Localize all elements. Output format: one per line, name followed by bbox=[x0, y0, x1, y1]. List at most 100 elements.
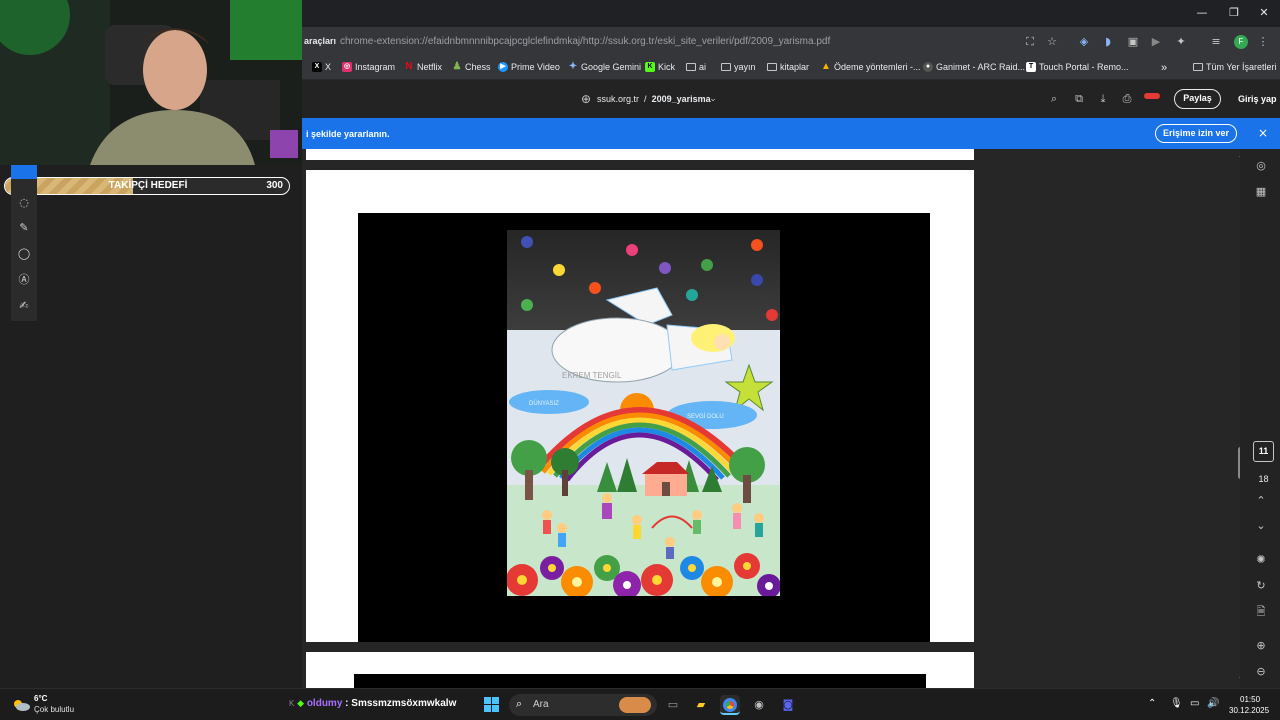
bookmark-kick[interactable]: K Kick bbox=[645, 62, 675, 72]
windows-taskbar: 6°C Çok bulutlu K ◆ oldumy : Smssmzmsöxm… bbox=[0, 688, 1280, 720]
weather-temperature[interactable]: 6°C bbox=[34, 694, 47, 703]
text-box-icon[interactable]: Ⓐ bbox=[17, 273, 31, 287]
page-view-icon[interactable]: ⧉ bbox=[1072, 92, 1086, 106]
zoom-out-icon[interactable]: ⊖ bbox=[1254, 665, 1268, 679]
child-drawing-image: EKREM TENGİL DÜNYASIZ SEVGİ DOLU bbox=[507, 230, 780, 596]
download-icon[interactable]: ⤓ bbox=[1096, 92, 1110, 106]
folder-icon bbox=[1193, 63, 1203, 71]
chat-message: Smssmzmsöxmwkalw bbox=[351, 698, 457, 709]
artwork-photo-frame: EKREM TENGİL DÜNYASIZ SEVGİ DOLU bbox=[358, 213, 930, 642]
pdf-page-current: EKREM TENGİL DÜNYASIZ SEVGİ DOLU bbox=[306, 170, 974, 642]
bookmark-folder-ai[interactable]: ai bbox=[686, 62, 706, 72]
sign-in-button[interactable]: Giriş yap bbox=[1238, 94, 1277, 104]
current-page-number[interactable]: 11 bbox=[1253, 441, 1274, 462]
pdf-document-area[interactable]: EKREM TENGİL DÜNYASIZ SEVGİ DOLU bbox=[302, 149, 1240, 688]
minimize-icon[interactable]: — bbox=[1190, 4, 1214, 22]
print-icon[interactable]: ⎙ bbox=[1120, 92, 1134, 106]
cursor-tool-icon[interactable] bbox=[11, 165, 37, 179]
pdf-tool-rail: ◎ ▦ 11 18 ⌃ ⌄ ✺ ↻ 🗎 ⊕ ⊖ bbox=[1240, 149, 1280, 688]
total-page-count: 18 bbox=[1258, 474, 1269, 484]
signature-icon[interactable]: ✍ bbox=[17, 299, 31, 313]
bookmark-odeme[interactable]: ▲ Ödeme yöntemleri -... bbox=[821, 62, 920, 73]
pdf-title: ssuk.org.tr / 2009_yarisma bbox=[597, 94, 711, 104]
extension-square-icon[interactable]: ▣ bbox=[1125, 34, 1141, 50]
translate-icon[interactable]: ⛶ bbox=[1022, 34, 1038, 50]
obs-icon[interactable]: ◉ bbox=[749, 695, 769, 715]
chrome-taskbar-icon[interactable] bbox=[720, 695, 740, 715]
bookmark-prime-video[interactable]: ▶ Prime Video bbox=[498, 62, 560, 72]
chevron-up-icon[interactable]: ⌃ bbox=[1254, 494, 1268, 508]
rotate-icon[interactable]: ↻ bbox=[1254, 579, 1268, 593]
close-window-icon[interactable]: ✕ bbox=[1252, 4, 1276, 22]
extensions-puzzle-icon[interactable]: ✦ bbox=[1173, 34, 1189, 50]
share-button[interactable]: Paylaş bbox=[1174, 89, 1221, 109]
zoom-in-icon[interactable]: ⊕ bbox=[1254, 639, 1268, 653]
browser-toolbar: araçları chrome-extension://efaidnbmnnni… bbox=[302, 27, 1280, 57]
microphone-icon[interactable]: 🎙 bbox=[1170, 698, 1183, 709]
search-highlight-icon bbox=[619, 697, 651, 713]
ai-assistant-icon[interactable]: ◎ bbox=[1254, 159, 1268, 173]
prime-video-icon: ▶ bbox=[498, 62, 508, 72]
pdf-page-previous bbox=[306, 149, 974, 160]
webcam-overlay bbox=[0, 0, 302, 165]
restore-icon[interactable]: ❐ bbox=[1222, 4, 1246, 22]
play-icon[interactable]: ▶ bbox=[1148, 34, 1164, 50]
document-info-icon[interactable]: 🗎 bbox=[1254, 605, 1268, 619]
gemini-icon: ✦ bbox=[568, 61, 578, 72]
chevron-down-icon[interactable]: ⌄ bbox=[706, 92, 720, 106]
tab-fragment-label[interactable]: araçları bbox=[304, 36, 336, 46]
allow-access-button[interactable]: Erişime izin ver bbox=[1155, 124, 1237, 143]
pdf-domain: ssuk.org.tr bbox=[597, 94, 640, 104]
read-aloud-icon[interactable]: ◗ bbox=[1100, 34, 1116, 50]
chrome-menu-icon[interactable]: ⋮ bbox=[1255, 34, 1271, 50]
drawing-text-2: DÜNYASIZ bbox=[529, 400, 559, 407]
taskbar-search[interactable]: ⌕ Ara bbox=[509, 694, 657, 716]
pdf-separator: / bbox=[644, 94, 647, 104]
chat-separator: : bbox=[345, 698, 349, 709]
brightness-icon[interactable]: ✺ bbox=[1254, 553, 1268, 567]
profile-avatar[interactable]: F bbox=[1234, 35, 1248, 49]
lasso-icon[interactable]: ◯ bbox=[17, 247, 31, 261]
netflix-icon: N bbox=[405, 61, 413, 72]
all-bookmarks[interactable]: Tüm Yer İşaretleri bbox=[1193, 62, 1277, 72]
bookmark-folder-yayin[interactable]: yayın bbox=[721, 62, 756, 72]
close-icon[interactable]: × bbox=[1258, 126, 1268, 140]
clock-time[interactable]: 01:50 bbox=[1240, 695, 1260, 704]
comment-icon[interactable]: ◌ bbox=[17, 196, 31, 210]
bookmarks-bar: XX ◎ Instagram N Netflix ♟ Chess ▶ Prime Vid… bbox=[302, 57, 1280, 80]
tray-overflow-icon[interactable]: ⌃ bbox=[1148, 698, 1156, 709]
bookmark-folder-kitaplar[interactable]: kitaplar bbox=[767, 62, 809, 72]
bookmark-x[interactable]: XX bbox=[312, 62, 331, 72]
windows-start-icon[interactable] bbox=[484, 697, 500, 713]
volume-icon[interactable]: 🔊 bbox=[1207, 698, 1219, 709]
extension-translate-icon[interactable]: ◈ bbox=[1076, 34, 1092, 50]
search-icon[interactable]: ⌕ bbox=[1047, 92, 1061, 106]
search-icon: ⌕ bbox=[516, 697, 523, 710]
bookmark-chess[interactable]: ♟ Chess bbox=[452, 62, 491, 73]
bookmark-netflix[interactable]: N Netflix bbox=[404, 61, 442, 73]
drawing-text-3: SEVGİ DOLU bbox=[687, 413, 724, 420]
bookmark-star-icon[interactable]: ☆ bbox=[1044, 34, 1060, 50]
window-titlebar: — ❐ ✕ bbox=[302, 0, 1280, 27]
bookmark-touch-portal[interactable]: T Touch Portal - Remo... bbox=[1026, 62, 1129, 72]
file-explorer-icon[interactable]: ▰ bbox=[691, 695, 711, 715]
address-bar[interactable]: chrome-extension://efaidnbmnnnibpcajpcgl… bbox=[340, 36, 830, 47]
x-logo-icon: X bbox=[312, 62, 322, 72]
weather-description[interactable]: Çok bulutlu bbox=[34, 705, 74, 714]
more-bookmarks-icon[interactable]: » bbox=[1161, 62, 1167, 74]
chevron-down-icon[interactable]: ⌄ bbox=[1254, 519, 1268, 533]
bookmark-ganimet[interactable]: ● Ganimet - ARC Raid... bbox=[923, 62, 1025, 72]
reading-list-icon[interactable]: ≡ bbox=[1208, 34, 1224, 50]
annotation-toolbar: ◌ ✎ ◯ Ⓐ ✍ bbox=[11, 165, 37, 321]
clock-date[interactable]: 30.12.2025 bbox=[1229, 706, 1269, 715]
task-view-icon[interactable]: ▭ bbox=[663, 695, 683, 715]
search-placeholder: Ara bbox=[533, 699, 549, 710]
bookmark-instagram[interactable]: ◎ Instagram bbox=[342, 62, 395, 72]
network-icon[interactable]: ▭ bbox=[1190, 698, 1199, 709]
thumbnails-grid-icon[interactable]: ▦ bbox=[1254, 185, 1268, 199]
chat-badge-k: K bbox=[289, 699, 295, 708]
pen-icon[interactable]: ✎ bbox=[17, 221, 31, 235]
discord-icon[interactable]: ◙ bbox=[778, 695, 798, 715]
goal-target-value: 300 bbox=[266, 180, 283, 191]
bookmark-google-gemini[interactable]: ✦ Google Gemini bbox=[568, 61, 641, 73]
